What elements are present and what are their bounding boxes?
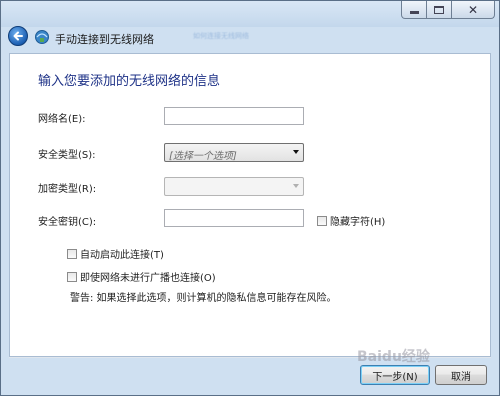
security-type-label: 安全类型(S): (38, 150, 96, 161)
title-bar: ✕ (1, 1, 499, 27)
page-heading: 输入您要添加的无线网络的信息 (38, 74, 221, 89)
cancel-button[interactable]: 取消 (435, 365, 487, 385)
wireless-network-icon (35, 30, 49, 44)
next-button[interactable]: 下一步(N) (360, 365, 430, 385)
hide-characters-checkbox[interactable]: 隐藏字符(H) (317, 213, 385, 228)
auto-connect-label: 自动启动此连接(T) (80, 250, 164, 261)
connect-hidden-label: 即使网络未进行广播也连接(O) (80, 273, 216, 284)
auto-connect-checkbox[interactable]: 自动启动此连接(T) (67, 246, 164, 261)
minimize-button[interactable] (401, 1, 427, 19)
maximize-button[interactable] (427, 1, 452, 19)
chevron-down-icon (293, 184, 299, 188)
checkbox-box[interactable] (67, 271, 77, 282)
close-icon: ✕ (467, 2, 479, 17)
watermark: Baidu经验 (357, 349, 430, 365)
checkbox-box[interactable] (317, 215, 327, 226)
wizard-content: 输入您要添加的无线网络的信息 网络名(E): 安全类型(S): [选择一个选项]… (9, 53, 491, 357)
back-button[interactable] (8, 26, 28, 46)
checkbox-box[interactable] (67, 248, 77, 259)
chevron-down-icon (293, 150, 299, 154)
hide-characters-label: 隐藏字符(H) (330, 217, 386, 228)
minimize-icon (409, 11, 419, 14)
network-name-label: 网络名(E): (38, 114, 86, 125)
connect-hidden-checkbox[interactable]: 即使网络未进行广播也连接(O) (67, 269, 216, 284)
privacy-warning: 警告: 如果选择此选项，则计算机的隐私信息可能存在风险。 (70, 293, 337, 304)
security-type-select[interactable]: [选择一个选项] (164, 143, 304, 162)
back-arrow-icon (13, 31, 23, 41)
window-controls: ✕ (401, 1, 495, 21)
network-name-input[interactable] (164, 107, 304, 125)
wizard-title: 手动连接到无线网络 (55, 33, 154, 46)
encryption-type-label: 加密类型(R): (38, 184, 97, 195)
encryption-type-select[interactable] (164, 177, 304, 196)
close-button[interactable]: ✕ (452, 1, 495, 19)
security-key-input[interactable] (164, 209, 304, 227)
faint-caption: 如何连接无线网络 (193, 32, 249, 40)
security-type-value: [选择一个选项] (169, 151, 237, 162)
security-key-label: 安全密钥(C): (38, 217, 97, 228)
wizard-window: ✕ 手动连接到无线网络 如何连接无线网络 输入您要添加的无线网络的信息 网络名(… (0, 0, 500, 396)
maximize-icon (434, 5, 444, 14)
